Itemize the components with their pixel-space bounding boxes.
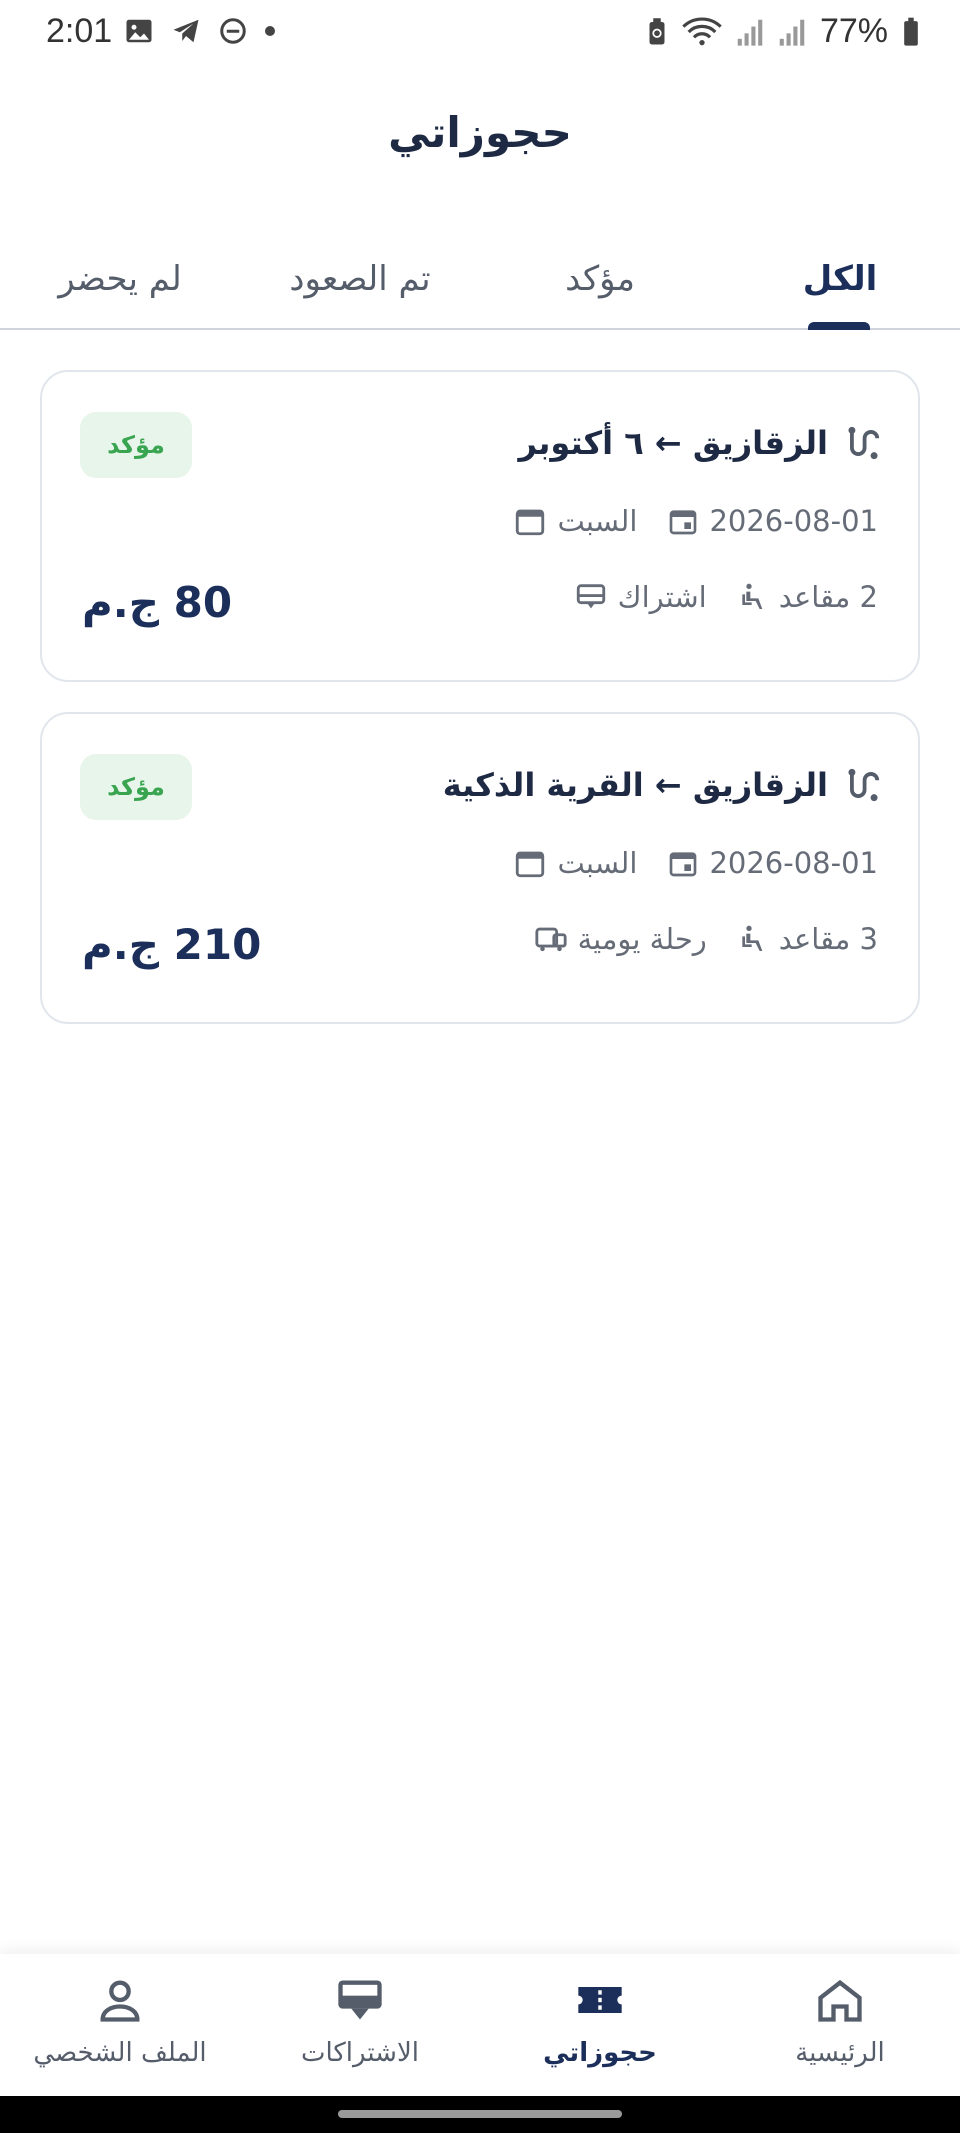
date-text: 2026-08-01 (709, 504, 878, 538)
route-row: الزقازيق ← ٦ أكتوبر (518, 424, 882, 462)
daily-trip-icon (534, 922, 568, 956)
booking-card[interactable]: الزقازيق ← ٦ أكتوبر مؤكد السبت 2026-08-0… (40, 370, 920, 682)
type-text: اشتراك (617, 580, 707, 614)
details-row: اشتراك 2 مقاعد (556, 580, 878, 614)
calendar-icon (513, 846, 547, 880)
tab-no-show[interactable]: لم يحضر (40, 230, 200, 328)
seats-text: 3 مقاعد (778, 922, 878, 956)
status-badge: مؤكد (80, 754, 192, 820)
tab-all[interactable]: الكل (780, 230, 900, 328)
nav-label: الملف الشخصي (33, 2038, 207, 2068)
bus-card-icon (333, 1974, 387, 2026)
date-text: 2026-08-01 (709, 846, 878, 880)
day-text: السبت (557, 846, 638, 880)
event-icon (667, 847, 699, 879)
route-icon (844, 424, 882, 462)
day-group: السبت (513, 504, 637, 538)
route-text: الزقازيق ← ٦ أكتوبر (518, 424, 828, 462)
tab-label: لم يحضر (58, 259, 182, 299)
battery-saver-icon (646, 17, 668, 47)
type-group: اشتراك (574, 580, 707, 614)
page-title: حجوزاتي (388, 108, 572, 157)
day-group: السبت (513, 846, 637, 880)
date-row: السبت 2026-08-01 (495, 846, 878, 880)
image-icon (124, 16, 154, 46)
tab-boarded[interactable]: تم الصعود (270, 230, 450, 328)
seats-text: 2 مقاعد (778, 580, 878, 614)
calendar-icon (513, 504, 547, 538)
event-icon (667, 505, 699, 537)
home-gesture-bar[interactable] (338, 2110, 622, 2118)
tab-label: الكل (802, 259, 878, 299)
nav-subscriptions[interactable]: الاشتراكات (250, 1974, 470, 2068)
bus-card-icon (574, 580, 608, 614)
type-text: رحلة يومية (577, 922, 707, 956)
tab-indicator (808, 322, 870, 330)
date-row: السبت 2026-08-01 (495, 504, 878, 538)
signal-icon-2 (778, 17, 806, 47)
nav-label: حجوزاتي (543, 2038, 657, 2068)
filter-tabs: الكل مؤكد تم الصعود لم يحضر (0, 230, 960, 330)
seats-group: 2 مقاعد (737, 580, 878, 614)
booking-card[interactable]: الزقازيق ← القرية الذكية مؤكد السبت 2026… (40, 712, 920, 1024)
route-row: الزقازيق ← القرية الذكية (443, 766, 882, 804)
person-icon (93, 1974, 147, 2026)
seat-icon (737, 581, 769, 613)
nav-home[interactable]: الرئيسية (730, 1974, 950, 2068)
tab-label: مؤكد (565, 259, 635, 299)
day-text: السبت (557, 504, 638, 538)
battery-percentage: 77% (819, 12, 888, 50)
nav-my-bookings[interactable]: حجوزاتي (490, 1974, 710, 2068)
nav-profile[interactable]: الملف الشخصي (10, 1974, 230, 2068)
battery-icon (902, 17, 920, 47)
route-icon (844, 766, 882, 804)
dnd-icon (218, 16, 248, 46)
notification-icons (124, 16, 276, 46)
bottom-nav: الرئيسية حجوزاتي الاشتراكات الملف الشخصي (0, 1954, 960, 2096)
system-icons: 77% (646, 12, 920, 51)
status-bar: 2:01 77% (0, 0, 960, 70)
signal-icon-1 (736, 17, 764, 47)
type-group: رحلة يومية (534, 922, 707, 956)
nav-label: الاشتراكات (300, 2038, 420, 2068)
home-icon (813, 1974, 867, 2026)
telegram-icon (170, 16, 202, 46)
wifi-icon (682, 16, 722, 47)
ticket-icon (572, 1974, 628, 2026)
seat-icon (737, 923, 769, 955)
date-group: 2026-08-01 (667, 846, 878, 880)
dot-icon (264, 25, 276, 37)
details-row: رحلة يومية 3 مقاعد (516, 922, 878, 956)
seats-group: 3 مقاعد (737, 922, 878, 956)
booking-list: الزقازيق ← ٦ أكتوبر مؤكد السبت 2026-08-0… (40, 370, 920, 1054)
price: 80 ج.م (82, 578, 233, 627)
status-time: 2:01 (46, 12, 113, 50)
nav-label: الرئيسية (795, 2038, 885, 2068)
tab-label: تم الصعود (289, 259, 431, 299)
status-badge: مؤكد (80, 412, 192, 478)
tab-confirmed[interactable]: مؤكد (540, 230, 660, 328)
date-group: 2026-08-01 (667, 504, 878, 538)
system-gesture-area (0, 2096, 960, 2133)
price: 210 ج.م (82, 920, 262, 969)
route-text: الزقازيق ← القرية الذكية (442, 766, 828, 804)
